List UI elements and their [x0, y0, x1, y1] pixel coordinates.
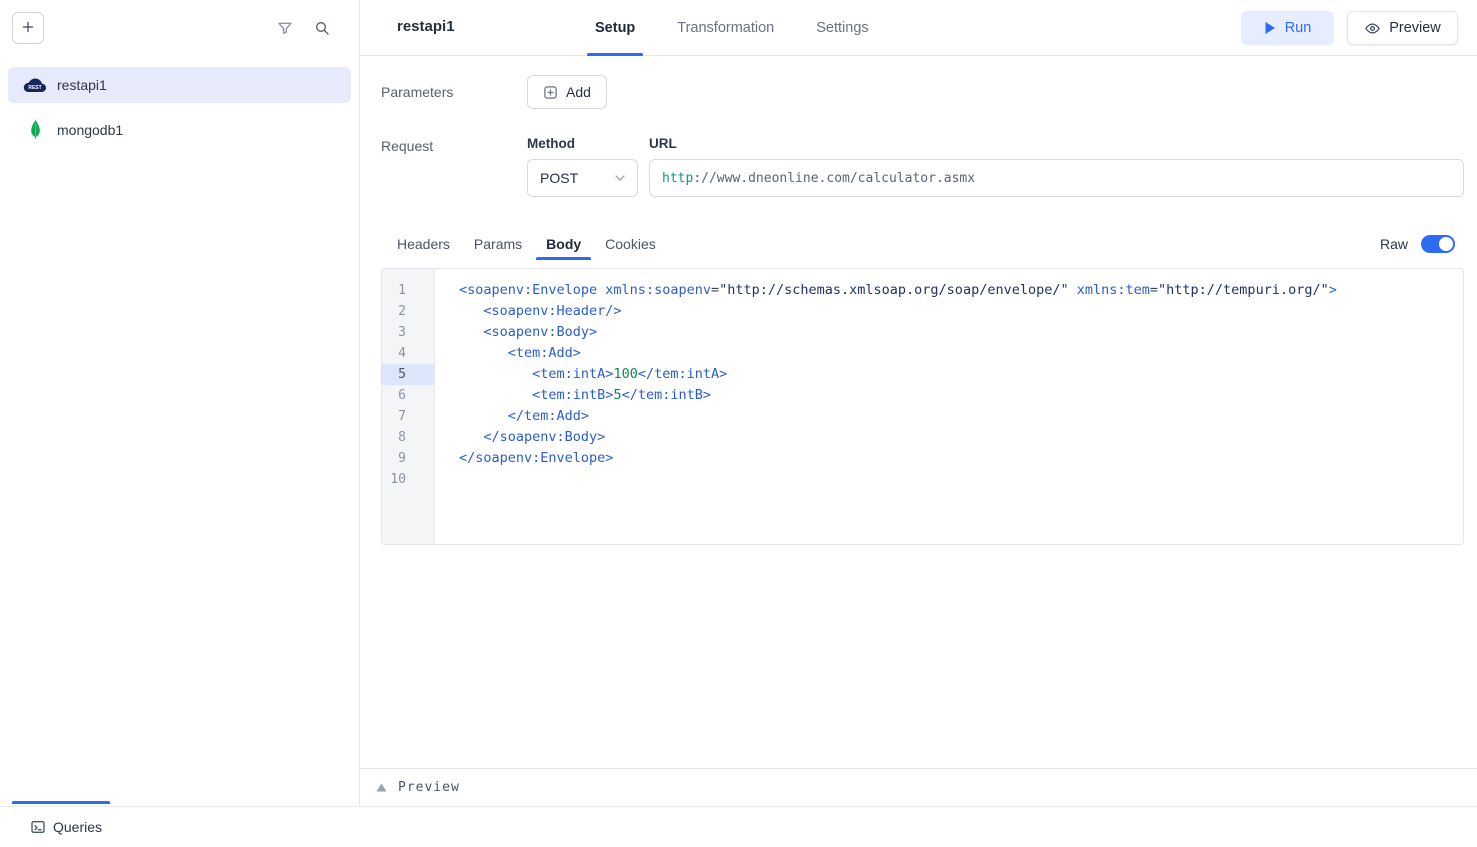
- line-number: 9: [382, 448, 434, 469]
- line-number: 3: [382, 322, 434, 343]
- sidebar-item-restapi1[interactable]: REST restapi1: [8, 67, 351, 103]
- code-area[interactable]: <soapenv:Envelope xmlns:soapenv="http://…: [435, 269, 1463, 544]
- line-number-gutter: 12345678910: [382, 269, 435, 544]
- body-tab-cookies[interactable]: Cookies: [595, 228, 666, 260]
- tab-setup[interactable]: Setup: [587, 0, 643, 56]
- response-preview-label: Preview: [398, 780, 460, 795]
- query-list: REST restapi1 mongodb1: [0, 56, 359, 168]
- line-number: 6: [382, 385, 434, 406]
- url-label: URL: [649, 136, 1464, 151]
- svg-text:REST: REST: [28, 84, 41, 90]
- tab-transformation[interactable]: Transformation: [669, 0, 782, 56]
- code-line[interactable]: </soapenv:Body>: [459, 427, 1463, 448]
- body-tab-body[interactable]: Body: [536, 228, 591, 260]
- queries-tab[interactable]: Queries: [30, 819, 102, 835]
- line-number: 8: [382, 427, 434, 448]
- code-line[interactable]: <tem:intA>100</tem:intA>: [459, 364, 1463, 385]
- line-number: 5: [382, 364, 434, 385]
- query-title: restapi1: [397, 18, 455, 35]
- sidebar-header: [0, 0, 359, 56]
- toggle-knob: [1439, 237, 1453, 251]
- eye-icon: [1364, 21, 1381, 36]
- sidebar-item-label: restapi1: [57, 77, 107, 93]
- plus-square-icon: [543, 85, 558, 100]
- main-panel: restapi1 Setup Transformation Settings Run…: [361, 0, 1477, 806]
- raw-toggle-group: Raw: [1380, 235, 1455, 253]
- parameters-label: Parameters: [381, 84, 527, 100]
- run-button[interactable]: Run: [1241, 11, 1334, 45]
- app-window: REST restapi1 mongodb1 restapi1 Setup Trans…: [0, 0, 1477, 847]
- code-line[interactable]: <tem:intB>5</tem:intB>: [459, 385, 1463, 406]
- code-line[interactable]: <soapenv:Envelope xmlns:soapenv="http://…: [459, 280, 1463, 301]
- request-label: Request: [381, 136, 527, 154]
- body-code-editor[interactable]: 12345678910 <soapenv:Envelope xmlns:soap…: [381, 268, 1464, 545]
- body-tab-params[interactable]: Params: [464, 228, 532, 260]
- active-tab-indicator: [12, 801, 110, 804]
- code-line[interactable]: <soapenv:Body>: [459, 322, 1463, 343]
- method-select[interactable]: POST: [527, 159, 638, 197]
- line-number: 7: [382, 406, 434, 427]
- url-input[interactable]: http://www.dneonline.com/calculator.asmx: [649, 159, 1464, 197]
- rest-api-icon: REST: [22, 77, 48, 94]
- collapse-triangle-icon: [376, 783, 387, 792]
- preview-button[interactable]: Preview: [1347, 11, 1458, 45]
- method-group: Method POST: [527, 136, 638, 197]
- filter-icon[interactable]: [270, 13, 300, 43]
- line-number: 1: [382, 280, 434, 301]
- tab-settings[interactable]: Settings: [808, 0, 876, 56]
- body-tab-headers[interactable]: Headers: [387, 228, 460, 260]
- url-group: URL http://www.dneonline.com/calculator.…: [649, 136, 1464, 197]
- request-config-tabs: HeadersParamsBodyCookies Raw: [381, 225, 1464, 260]
- sidebar: REST restapi1 mongodb1: [0, 0, 360, 806]
- raw-label: Raw: [1380, 236, 1408, 252]
- search-icon[interactable]: [307, 13, 337, 43]
- queries-label: Queries: [53, 819, 102, 835]
- code-line[interactable]: <tem:Add>: [459, 343, 1463, 364]
- queries-icon: [30, 819, 46, 835]
- method-label: Method: [527, 136, 638, 151]
- sidebar-item-label: mongodb1: [57, 122, 123, 138]
- body-tabs: HeadersParamsBodyCookies: [387, 228, 670, 260]
- line-number: 2: [382, 301, 434, 322]
- play-icon: [1264, 21, 1276, 35]
- line-number: 10: [382, 469, 434, 490]
- line-number: 4: [382, 343, 434, 364]
- chevron-down-icon: [612, 170, 628, 186]
- bottom-bar: Queries: [0, 806, 1477, 847]
- header-tabs: Setup Transformation Settings: [587, 0, 877, 56]
- add-query-button[interactable]: [12, 12, 44, 44]
- setup-content: Parameters Add Request Method POST: [361, 56, 1477, 545]
- code-line[interactable]: </tem:Add>: [459, 406, 1463, 427]
- mongodb-icon: [22, 119, 48, 141]
- raw-toggle[interactable]: [1421, 235, 1455, 253]
- request-row: Request Method POST URL http://www.dneon…: [381, 136, 1464, 197]
- sidebar-item-mongodb1[interactable]: mongodb1: [8, 112, 351, 148]
- code-line[interactable]: </soapenv:Envelope>: [459, 448, 1463, 469]
- plus-icon: [20, 19, 36, 38]
- code-line[interactable]: [459, 469, 1463, 490]
- add-parameter-button[interactable]: Add: [527, 75, 607, 109]
- code-line[interactable]: <soapenv:Header/>: [459, 301, 1463, 322]
- response-preview-bar[interactable]: Preview: [361, 768, 1477, 806]
- parameters-row: Parameters Add: [381, 74, 1464, 110]
- main-header: restapi1 Setup Transformation Settings Run…: [361, 0, 1477, 56]
